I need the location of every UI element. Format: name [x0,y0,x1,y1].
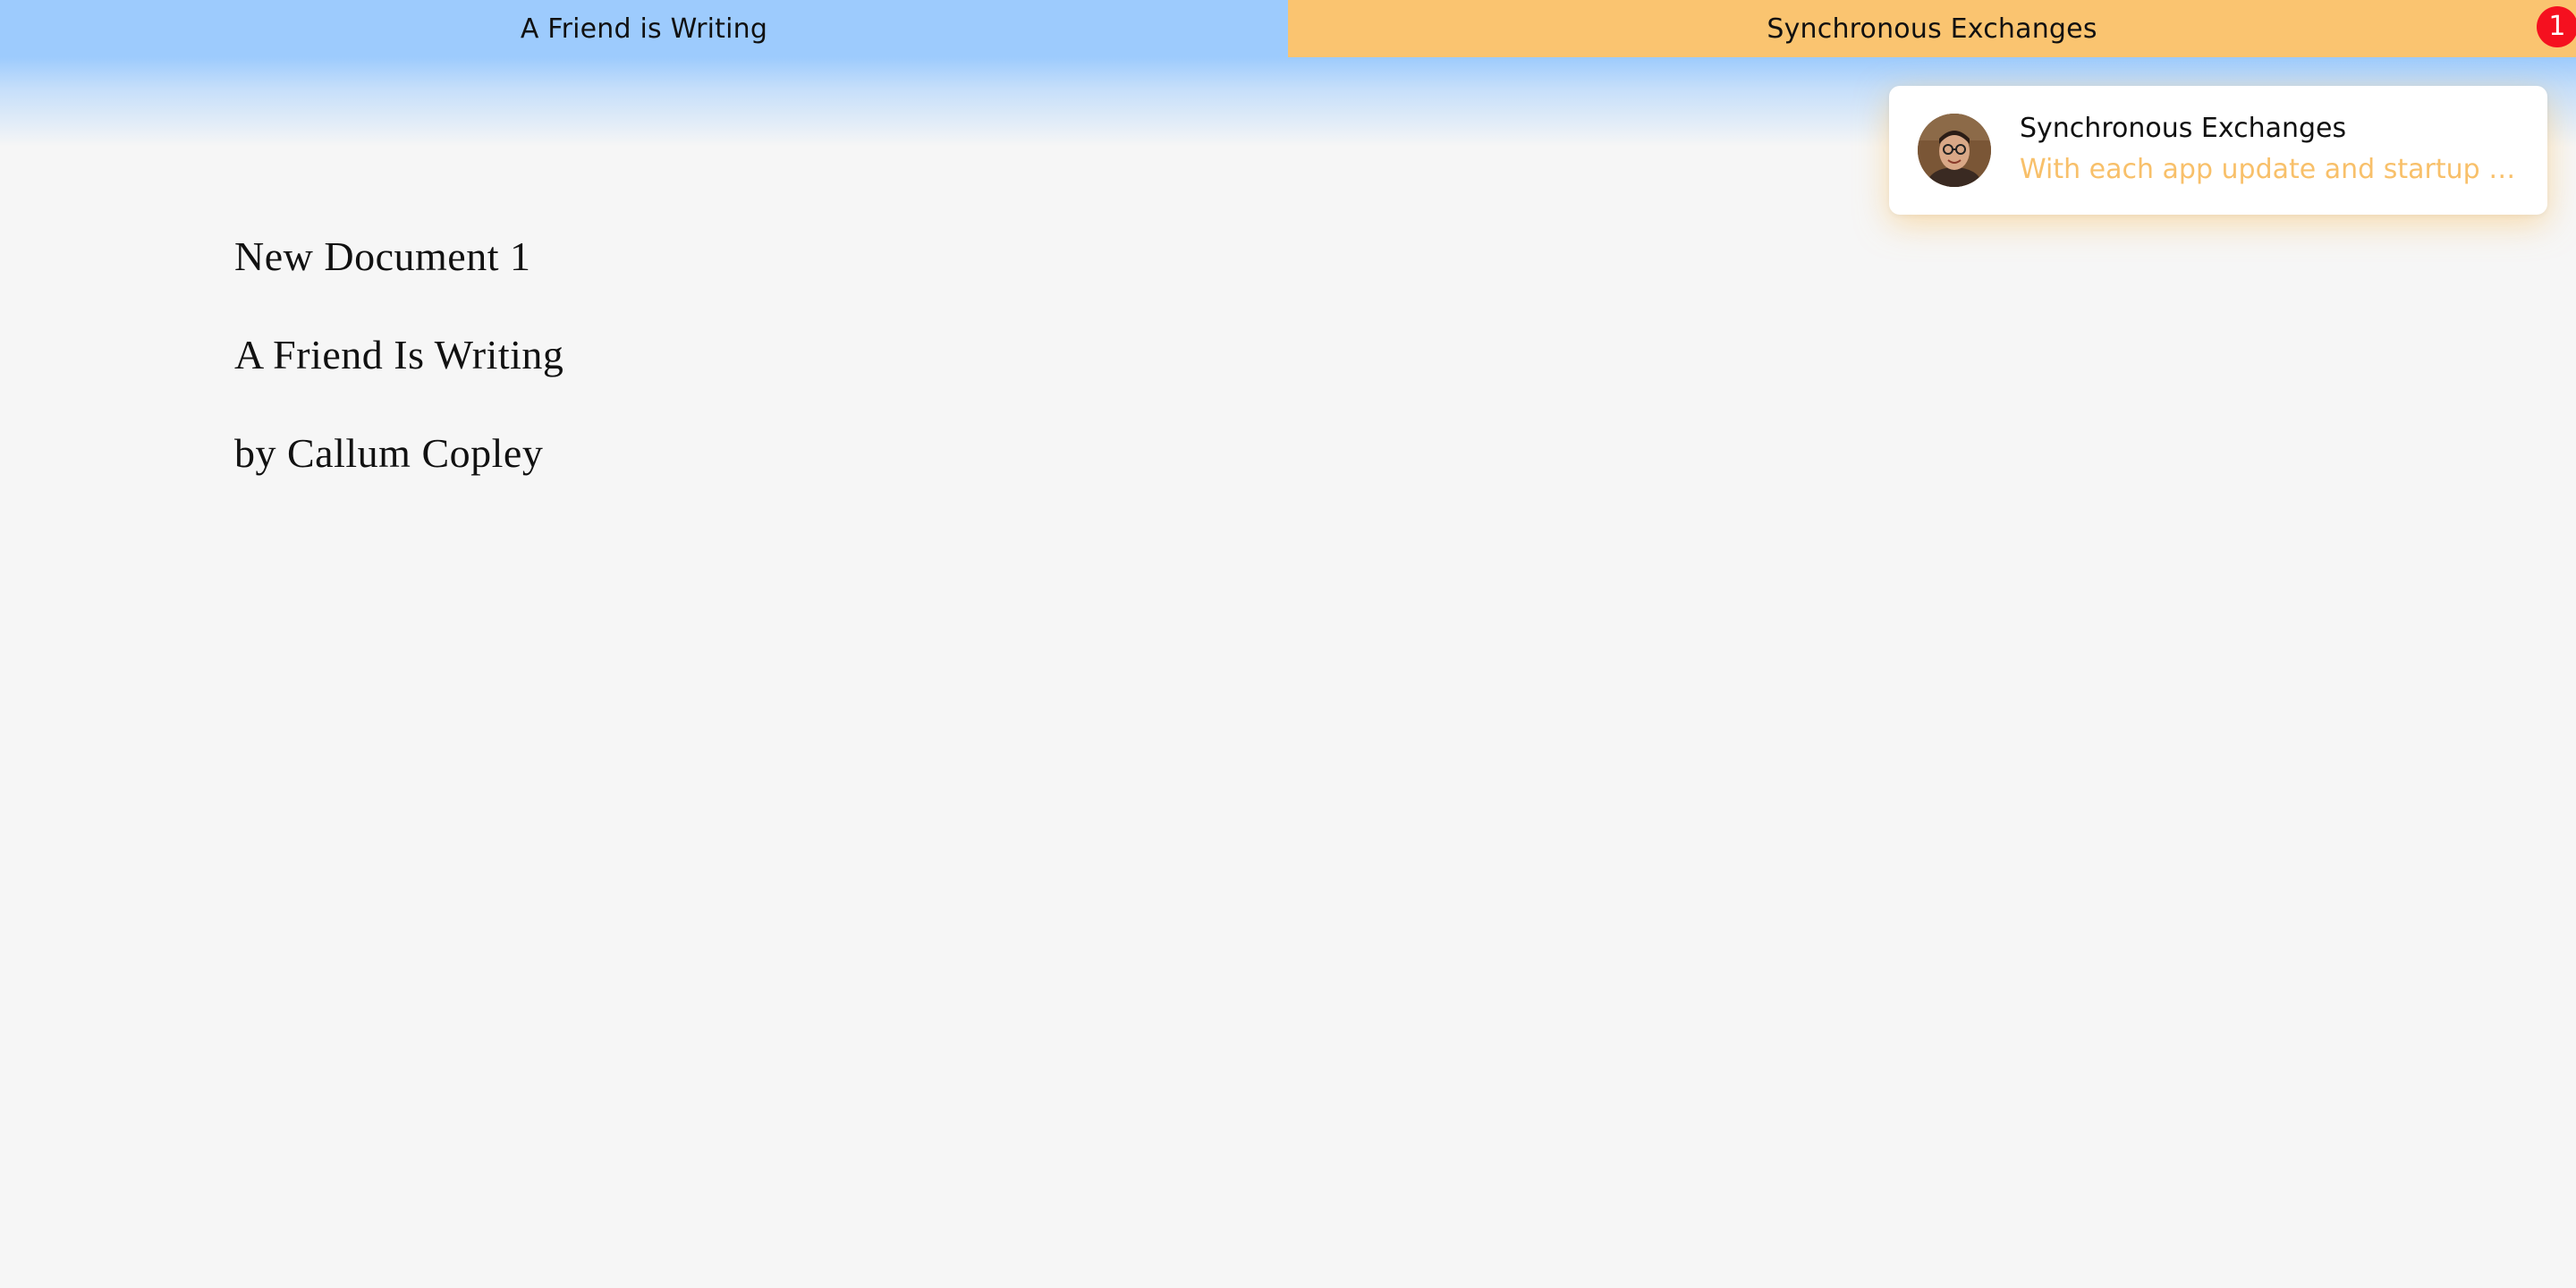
notification-count-badge: 1 [2537,6,2576,47]
tab-synchronous-exchanges[interactable]: Synchronous Exchanges 1 [1288,0,2576,57]
document-heading[interactable]: A Friend Is Writing [234,306,564,404]
tab-bar: A Friend is Writing Synchronous Exchange… [0,0,2576,57]
tab-a-friend-is-writing[interactable]: A Friend is Writing [0,0,1288,57]
notification-message: With each app update and startup la... [2020,154,2521,185]
tab-label: A Friend is Writing [520,13,768,45]
notification-text: Synchronous Exchanges With each app upda… [2020,109,2521,191]
user-avatar [1918,114,1991,187]
notification-card[interactable]: Synchronous Exchanges With each app upda… [1889,86,2547,215]
notification-title: Synchronous Exchanges [2020,113,2347,144]
document-title[interactable]: New Document 1 [234,208,564,306]
avatar-photo-icon [1918,114,1991,187]
tab-label: Synchronous Exchanges [1767,13,2097,45]
document-byline[interactable]: by Callum Copley [234,404,564,503]
document-body[interactable]: New Document 1 A Friend Is Writing by Ca… [234,208,564,503]
